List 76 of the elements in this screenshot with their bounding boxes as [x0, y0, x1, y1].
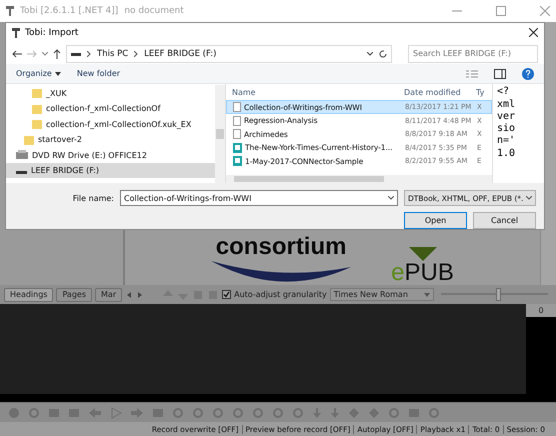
nav-tree-item[interactable]: DVD RW Drive (E:) OFFICE12: [6, 147, 215, 163]
nav-tab[interactable]: Headings: [4, 288, 54, 302]
file-name-field[interactable]: Collection-of-Writings-from-WWI: [120, 190, 398, 206]
nav-tab[interactable]: Mar: [95, 288, 122, 302]
square-icon: [408, 406, 420, 418]
view-options-icon: [466, 70, 478, 78]
scrollbar[interactable]: [215, 85, 225, 183]
up-arrow-icon: [53, 48, 61, 59]
preview-text: 1.0: [497, 148, 516, 160]
column-header[interactable]: Ty: [476, 88, 492, 97]
breadcrumb[interactable]: LEEF BRIDGE (F:): [144, 48, 216, 59]
pane-icon: [494, 68, 506, 79]
organize-button[interactable]: Organize: [16, 69, 61, 78]
granularity-checkbox[interactable]: [222, 290, 232, 299]
chevron-down-icon: [42, 52, 48, 56]
app-icon: [6, 6, 14, 16]
caret-icon: [54, 72, 61, 76]
refresh-icon: [379, 50, 387, 58]
square-icon: [68, 406, 80, 418]
close-icon: [529, 28, 538, 38]
time-counter: 0: [526, 304, 556, 317]
chevron-down-icon: [388, 196, 394, 200]
chevron-right-icon: [134, 50, 138, 57]
triangle-icon: [408, 247, 436, 261]
maximize-icon[interactable]: [496, 6, 506, 16]
arrow-left-icon: [88, 406, 102, 418]
nav-tab[interactable]: Pages: [56, 288, 92, 302]
nav-tree-item[interactable]: collection-f_xml-CollectionOf.xuk_EX: [6, 116, 215, 132]
address-bar[interactable]: This PC LEEF BRIDGE (F:): [66, 44, 392, 63]
epub-logo-text: ePUB: [391, 261, 454, 285]
font-select[interactable]: Times New Roman: [330, 288, 434, 301]
file-name-label: File name:: [72, 194, 114, 202]
chevron-right-icon: [87, 50, 91, 57]
close-icon[interactable]: [540, 6, 550, 16]
window-title: Tobi [2.6.1.1 [.NET 4]]: [20, 6, 118, 16]
breadcrumb[interactable]: This PC: [97, 48, 128, 59]
cancel-button[interactable]: Cancel: [473, 212, 536, 228]
square-icon: [152, 406, 164, 418]
app-icon: [12, 28, 20, 38]
logo-text: consortium: [216, 235, 346, 259]
chevron-down-icon: [367, 52, 373, 56]
preview-text: xml: [497, 98, 516, 111]
back-arrow-icon: [12, 50, 22, 58]
search-field[interactable]: Search LEEF BRIDGE (F:): [408, 44, 538, 63]
horizontal-scrollbar[interactable]: [226, 175, 492, 183]
new-folder-button[interactable]: New folder: [76, 69, 120, 78]
help-icon: [522, 68, 534, 80]
window-subtitle: no document: [124, 6, 184, 16]
slider-thumb[interactable]: [496, 288, 501, 301]
diamond-icon: [368, 406, 380, 418]
column-header[interactable]: Name: [232, 88, 404, 97]
preview-text: <?: [497, 86, 510, 99]
arrow-down-icon: [312, 406, 322, 418]
nav-tree-item[interactable]: startover-2: [6, 132, 215, 148]
preview-text: ver: [497, 110, 516, 123]
dialog-title: Tobi: Import: [25, 28, 80, 38]
arrow-down-icon: [330, 406, 340, 418]
column-header[interactable]: Date modified: [404, 88, 476, 97]
chevron-down-icon: [526, 196, 532, 200]
open-button[interactable]: Open: [404, 212, 467, 228]
preview-text: sio: [497, 123, 516, 136]
nav-tree-item[interactable]: _XUK: [6, 85, 215, 101]
arrow-left-icon: [125, 290, 134, 298]
arrow-right-icon: [136, 290, 144, 298]
play-icon: [110, 406, 122, 418]
nav-tree-item[interactable]: LEEF BRIDGE (F:): [6, 162, 215, 178]
arrow-right-icon: [130, 406, 144, 418]
diamond-icon: [348, 406, 360, 418]
checkbox-label: Auto-adjust granularity: [234, 290, 327, 299]
square-icon: [48, 406, 60, 418]
preview-text: n=': [497, 135, 516, 148]
caret-icon: [424, 292, 430, 296]
forward-arrow-icon: [27, 50, 37, 58]
disc-drive-icon: [16, 150, 28, 160]
nav-tree-item[interactable]: collection-f_xml-CollectionOf: [6, 100, 215, 116]
record-icon: [8, 406, 20, 418]
